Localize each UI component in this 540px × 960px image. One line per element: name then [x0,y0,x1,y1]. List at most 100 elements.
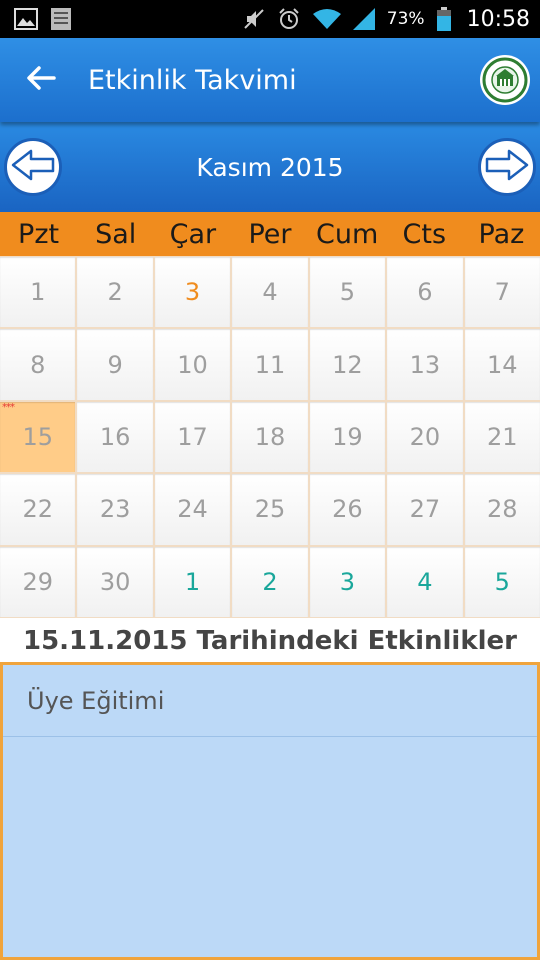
calendar-day[interactable]: 7 [464,257,540,328]
calendar-day-label: 2 [262,567,278,596]
weekday-label: Sal [95,218,137,250]
calendar-day-label: 20 [409,422,441,451]
signal-icon [352,8,375,30]
calendar-grid: 1 2 3 4 5 6 7 8 9 10 11 12 13 14 *** 15 16 17 18 19 20 21 22 23… [0,256,540,618]
mute-icon [243,8,265,30]
calendar-day[interactable]: 5 [309,257,386,328]
calendar-day-label: 29 [22,567,53,596]
calendar-day-label: 27 [409,495,441,524]
image-icon [14,8,38,30]
calendar-day[interactable]: 9 [77,329,153,400]
calendar-day-label: 17 [177,422,208,451]
calendar-day[interactable]: 1 [0,257,76,328]
calendar-day-label: 13 [409,350,441,379]
wifi-icon [312,8,341,30]
battery-icon [436,7,451,31]
calendar-day[interactable]: 3 [154,257,231,328]
calendar-day-label: 9 [107,350,123,379]
calendar-day[interactable]: 3 [309,546,386,617]
calendar-day-label: 5 [494,567,510,596]
calendar-day-label: 6 [417,278,433,307]
calendar-day[interactable]: 14 [464,329,540,400]
notes-icon [50,7,72,31]
calendar-day-label: 22 [22,495,53,524]
calendar-day[interactable]: 28 [464,474,540,545]
weekday-label: Pzt [18,218,60,250]
calendar-day[interactable]: 5 [464,546,540,617]
calendar-day-label: 3 [339,567,356,596]
status-bar: 73% 10:58 [0,0,540,38]
calendar-day[interactable]: 22 [0,474,76,545]
calendar-day-label: 30 [99,567,131,596]
calendar-day-label: 2 [107,278,123,307]
calendar-day[interactable]: 4 [387,546,463,617]
next-month-button[interactable] [477,138,536,196]
calendar-day[interactable]: 10 [154,329,231,400]
weekday-header: Pzt Sal Çar Per Cum Cts Paz [0,212,540,256]
calendar-day-label: 4 [262,278,278,307]
app-bar: Etkinlik Takvimi [0,38,540,122]
calendar-day[interactable]: 30 [77,546,153,617]
calendar-day-label: 1 [30,278,46,307]
app-title: Etkinlik Takvimi [88,64,297,96]
events-list: Üye Eğitimi [0,662,540,960]
weekday-label: Cts [402,218,447,250]
calendar-day[interactable]: 29 [0,546,76,617]
calendar-day-label: 16 [99,422,131,451]
calendar-day[interactable]: 8 [0,329,76,400]
battery-percent: 73% [386,9,425,29]
calendar-day-label: 10 [177,350,208,379]
calendar-day[interactable]: 25 [232,474,308,545]
calendar-day-label: 8 [30,350,46,379]
calendar-day[interactable]: 19 [309,401,386,473]
calendar-day[interactable]: *** 15 [0,401,76,473]
calendar-day-label: 15 [22,422,53,451]
calendar-day-label: 14 [487,350,518,379]
calendar-day[interactable]: 12 [309,329,386,400]
calendar-day-label: 18 [254,422,286,451]
chamber-logo-icon [480,55,530,105]
calendar-day[interactable]: 21 [464,401,540,473]
previous-month-button[interactable] [4,138,62,196]
calendar-day[interactable]: 13 [387,329,463,400]
calendar-day[interactable]: 4 [232,257,308,328]
weekday-label: Per [248,218,292,250]
status-right: 73% 10:58 [243,7,530,32]
calendar-day-label: 26 [332,495,363,524]
calendar-day-label: 28 [487,495,518,524]
calendar-day[interactable]: 16 [77,401,153,473]
events-header: 15.11.2015 Tarihindeki Etkinlikler [22,626,517,656]
event-marker: *** [2,401,15,413]
calendar-day[interactable]: 2 [77,257,153,328]
calendar-day[interactable]: 23 [77,474,153,545]
calendar-day[interactable]: 18 [232,401,308,473]
calendar-day[interactable]: 2 [232,546,308,617]
clock: 10:58 [466,6,530,32]
calendar-day[interactable]: 26 [309,474,386,545]
calendar-day[interactable]: 27 [387,474,463,545]
month-title: Kasım 2015 [196,152,344,182]
calendar-day-label: 23 [99,495,131,524]
calendar-day-label: 5 [339,278,356,307]
calendar-day[interactable]: 20 [387,401,463,473]
weekday-label: Çar [169,218,217,250]
weekday-label: Paz [478,218,525,250]
calendar-day[interactable]: 1 [154,546,231,617]
calendar-day-label: 19 [332,422,363,451]
status-left [14,7,72,31]
calendar-day[interactable]: 17 [154,401,231,473]
calendar-day-label: 24 [177,495,208,524]
calendar-day-label: 1 [184,567,201,596]
back-arrow-icon [26,65,56,95]
alarm-icon [277,7,301,31]
event-item[interactable]: Üye Eğitimi [3,665,537,737]
calendar-day[interactable]: 6 [387,257,463,328]
left-arrow-icon [11,149,55,185]
back-button[interactable] [10,38,72,122]
calendar-day[interactable]: 11 [232,329,308,400]
calendar-day-label: 3 [184,278,201,307]
calendar-day-label: 4 [417,567,433,596]
calendar-day[interactable]: 24 [154,474,231,545]
month-navigation: Kasım 2015 [0,122,540,212]
calendar-day-label: 25 [254,495,286,524]
